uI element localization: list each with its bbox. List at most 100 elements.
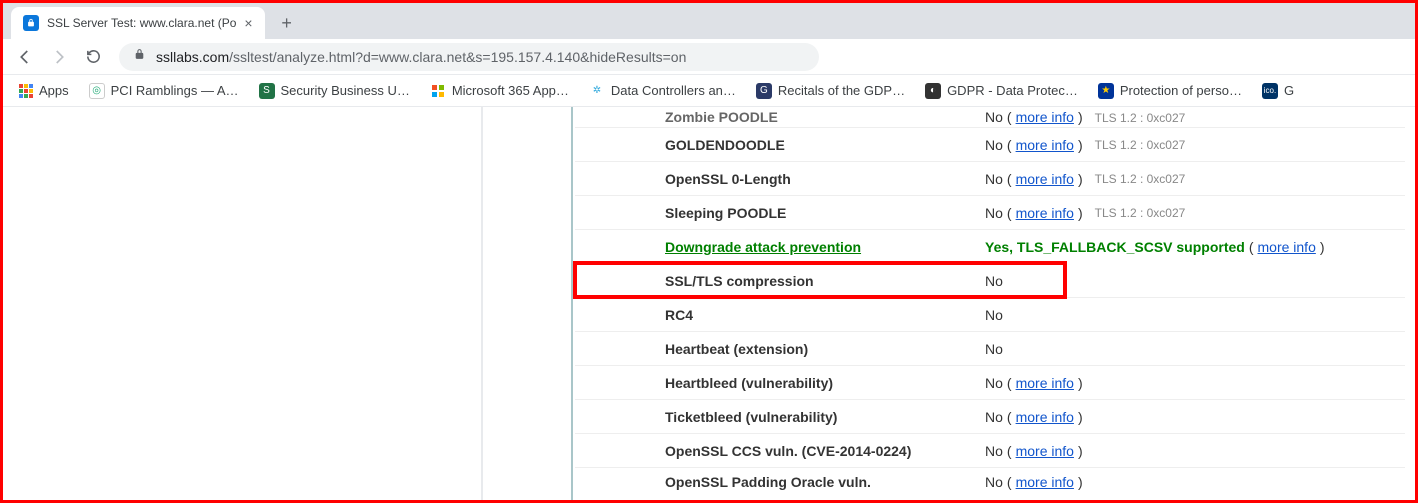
more-info-link[interactable]: more info — [1016, 443, 1074, 459]
result-status: No — [985, 137, 1003, 153]
result-row: Downgrade attack preventionYes, TLS_FALL… — [575, 229, 1405, 263]
more-info-link[interactable]: more info — [1016, 409, 1074, 425]
forward-button[interactable] — [45, 43, 73, 71]
bookmark-label: Protection of perso… — [1120, 83, 1242, 98]
paren: ( — [1007, 474, 1012, 490]
result-label: Sleeping POODLE — [665, 205, 985, 221]
result-status: No — [985, 109, 1003, 125]
tab-close-icon[interactable]: × — [244, 15, 252, 31]
result-meta: TLS 1.2 : 0xc027 — [1095, 111, 1186, 125]
paren: ( — [1249, 239, 1254, 255]
bookmark-item[interactable]: ico. G — [1254, 79, 1296, 103]
result-value: No — [985, 307, 1003, 323]
paren: ( — [1007, 171, 1012, 187]
bookmark-label: PCI Ramblings — A… — [111, 83, 239, 98]
result-meta: TLS 1.2 : 0xc027 — [1095, 172, 1186, 186]
result-meta: TLS 1.2 : 0xc027 — [1095, 206, 1186, 220]
paren: ) — [1078, 375, 1083, 391]
apps-label: Apps — [39, 83, 69, 98]
result-value: No (more info) — [985, 205, 1083, 221]
paren: ) — [1078, 171, 1083, 187]
bookmark-item[interactable]: ◎ PCI Ramblings — A… — [81, 79, 247, 103]
tab-title: SSL Server Test: www.clara.net (Po — [47, 16, 236, 30]
result-row: Ticketbleed (vulnerability)No (more info… — [575, 399, 1405, 433]
result-label: GOLDENDOODLE — [665, 137, 985, 153]
paren: ( — [1007, 109, 1012, 125]
reload-button[interactable] — [79, 43, 107, 71]
lock-favicon-icon — [23, 15, 39, 31]
result-value: No (more info) — [985, 375, 1083, 391]
result-label: OpenSSL Padding Oracle vuln. — [665, 474, 985, 490]
paren: ( — [1007, 205, 1012, 221]
paren: ( — [1007, 137, 1012, 153]
result-row: SSL/TLS compressionNo — [575, 263, 1065, 297]
more-info-link[interactable]: more info — [1016, 137, 1074, 153]
result-status: No — [985, 205, 1003, 221]
result-value: No — [985, 341, 1003, 357]
paren: ) — [1078, 474, 1083, 490]
paren: ) — [1320, 239, 1325, 255]
paren: ) — [1078, 443, 1083, 459]
result-row: OpenSSL 0-LengthNo (more info)TLS 1.2 : … — [575, 161, 1405, 195]
divider-line — [571, 107, 573, 500]
back-button[interactable] — [11, 43, 39, 71]
bookmark-favicon-icon: ★ — [1098, 83, 1114, 99]
bookmark-item[interactable]: ★ Protection of perso… — [1090, 79, 1250, 103]
result-status: No — [985, 409, 1003, 425]
more-info-link[interactable]: more info — [1258, 239, 1316, 255]
apps-grid-icon — [19, 84, 33, 98]
browser-tab-bar: SSL Server Test: www.clara.net (Po × + — [3, 3, 1415, 39]
bookmark-favicon-icon: ico. — [1262, 83, 1278, 99]
result-value: No (more info) — [985, 409, 1083, 425]
result-value: Yes, TLS_FALLBACK_SCSV supported (more i… — [985, 239, 1325, 255]
result-row: GOLDENDOODLENo (more info)TLS 1.2 : 0xc0… — [575, 127, 1405, 161]
apps-button[interactable]: Apps — [11, 79, 77, 102]
page-content: Zombie POODLENo (more info)TLS 1.2 : 0xc… — [3, 107, 1415, 500]
result-value: No (more info) — [985, 109, 1083, 125]
more-info-link[interactable]: more info — [1016, 375, 1074, 391]
bookmark-item[interactable]: ✲ Data Controllers an… — [581, 79, 744, 103]
bookmark-label: GDPR - Data Protec… — [947, 83, 1078, 98]
result-status: No — [985, 474, 1003, 490]
browser-tab-active[interactable]: SSL Server Test: www.clara.net (Po × — [11, 7, 265, 39]
more-info-link[interactable]: more info — [1016, 109, 1074, 125]
bookmark-item[interactable]: G Recitals of the GDP… — [748, 79, 913, 103]
result-value: No (more info) — [985, 474, 1083, 490]
result-status: No — [985, 375, 1003, 391]
bookmark-favicon-icon: S — [259, 83, 275, 99]
bookmark-label: G — [1284, 83, 1294, 98]
paren: ( — [1007, 375, 1012, 391]
paren: ( — [1007, 409, 1012, 425]
more-info-link[interactable]: more info — [1016, 474, 1074, 490]
more-info-link[interactable]: more info — [1016, 205, 1074, 221]
bookmark-favicon-icon: ✲ — [589, 83, 605, 99]
result-status: No — [985, 273, 1003, 289]
more-info-link[interactable]: more info — [1016, 171, 1074, 187]
bookmark-label: Security Business U… — [281, 83, 410, 98]
result-row: OpenSSL CCS vuln. (CVE-2014-0224)No (mor… — [575, 433, 1405, 467]
result-value: No — [985, 273, 1003, 289]
result-label: Heartbleed (vulnerability) — [665, 375, 985, 391]
paren: ) — [1078, 109, 1083, 125]
bookmark-favicon-icon: ◎ — [89, 83, 105, 99]
lock-icon — [133, 48, 146, 66]
bookmark-item[interactable]: ◐ GDPR - Data Protec… — [917, 79, 1086, 103]
result-status: No — [985, 443, 1003, 459]
new-tab-button[interactable]: + — [273, 9, 301, 37]
divider-line — [481, 107, 483, 500]
results-table: Zombie POODLENo (more info)TLS 1.2 : 0xc… — [575, 107, 1405, 491]
bookmark-favicon-icon — [430, 83, 446, 99]
bookmark-item[interactable]: Microsoft 365 App… — [422, 79, 577, 103]
result-value: No (more info) — [985, 443, 1083, 459]
result-label: Heartbeat (extension) — [665, 341, 985, 357]
url-text: ssllabs.com/ssltest/analyze.html?d=www.c… — [156, 49, 686, 65]
bookmark-label: Recitals of the GDP… — [778, 83, 905, 98]
result-row: Heartbleed (vulnerability)No (more info) — [575, 365, 1405, 399]
paren: ) — [1078, 137, 1083, 153]
result-row: Zombie POODLENo (more info)TLS 1.2 : 0xc… — [575, 107, 1405, 127]
bookmark-item[interactable]: S Security Business U… — [251, 79, 418, 103]
address-bar[interactable]: ssllabs.com/ssltest/analyze.html?d=www.c… — [119, 43, 819, 71]
result-status: No — [985, 341, 1003, 357]
result-row: OpenSSL Padding Oracle vuln.No (more inf… — [575, 467, 1405, 491]
browser-toolbar: ssllabs.com/ssltest/analyze.html?d=www.c… — [3, 39, 1415, 75]
